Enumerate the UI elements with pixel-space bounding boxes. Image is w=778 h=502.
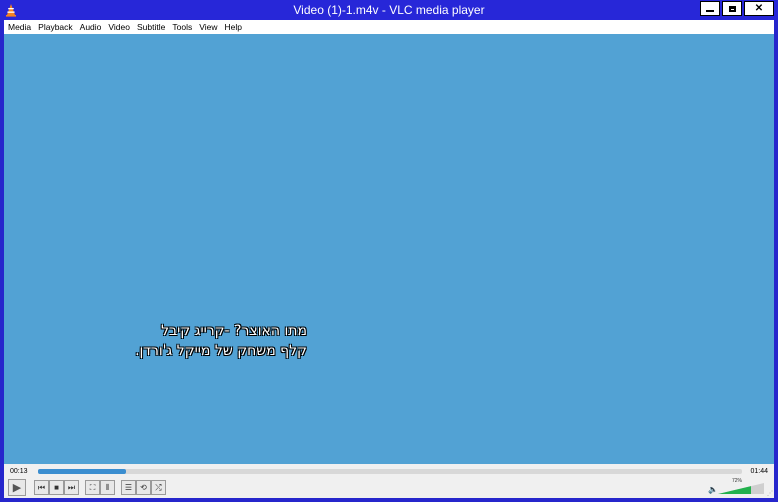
subtitle-line: מתו האוצר? -קרייג קיבל [161,323,307,339]
close-icon: ✕ [754,2,764,14]
volume-level [718,483,752,494]
seek-progress [38,469,126,474]
stop-icon: ■ [54,482,59,492]
seek-slider[interactable] [38,469,742,474]
menu-view[interactable]: View [195,20,220,34]
shuffle-button[interactable]: ⤮ [151,480,166,495]
menu-video[interactable]: Video [104,20,133,34]
minimize-button[interactable] [700,1,720,16]
menu-media[interactable]: Media [4,20,34,34]
playlist-button[interactable]: ☰ [121,480,136,495]
subtitle-line: קלף משחק של מייקל ג'ורדן. [135,343,307,359]
loop-button[interactable]: ⟲ [136,480,151,495]
menu-playback[interactable]: Playback [34,20,76,34]
menu-tools[interactable]: Tools [168,20,195,34]
title-bar[interactable]: Video (1)-1.m4v - VLC media player ✕ [0,0,778,20]
maximize-button[interactable] [722,1,742,16]
window-title: Video (1)-1.m4v - VLC media player [293,3,485,17]
speaker-icon[interactable]: 🔈 [708,485,718,494]
maximize-icon [728,5,736,12]
total-time[interactable]: 01:44 [750,467,768,477]
play-icon: ▶ [12,481,22,494]
close-button[interactable]: ✕ [744,1,774,16]
play-button[interactable]: ▶ [8,479,26,496]
minimize-icon [706,10,714,12]
next-icon: ⏭ [67,482,76,492]
vlc-window: Video (1)-1.m4v - VLC media player ✕ Med… [0,0,778,502]
subtitle-overlay: מתו האוצר? -קרייג קיבל קלף משחק של מייקל… [135,321,307,361]
loop-icon: ⟲ [140,482,147,492]
extended-settings-icon: ⦀ [105,482,110,492]
menu-subtitle[interactable]: Subtitle [133,20,168,34]
previous-icon: ⏮ [37,482,46,492]
video-surface[interactable]: מתו האוצר? -קרייג קיבל קלף משחק של מייקל… [4,34,774,464]
shuffle-icon: ⤮ [155,482,162,492]
next-button[interactable]: ⏭ [64,480,79,495]
elapsed-time: 00:13 [10,468,28,475]
extended-settings-button[interactable]: ⦀ [100,480,115,495]
control-panel: 00:13 01:44 ▶ ⏮ ■ ⏭ ⛶ ⦀ ☰ ⟲ ⤮ 🔈 72% ⋰ [4,464,774,498]
fullscreen-button[interactable]: ⛶ [85,480,100,495]
volume-percent: 72% [732,478,743,484]
menu-audio[interactable]: Audio [76,20,105,34]
menu-bar: Media Playback Audio Video Subtitle Tool… [4,20,774,34]
fullscreen-icon: ⛶ [89,482,96,492]
previous-button[interactable]: ⏮ [34,480,49,495]
playlist-icon: ☰ [124,482,133,492]
resize-grip-icon[interactable]: ⋰ [767,490,773,497]
menu-help[interactable]: Help [220,20,244,34]
stop-button[interactable]: ■ [49,480,64,495]
volume-control[interactable]: 🔈 72% [708,478,766,495]
